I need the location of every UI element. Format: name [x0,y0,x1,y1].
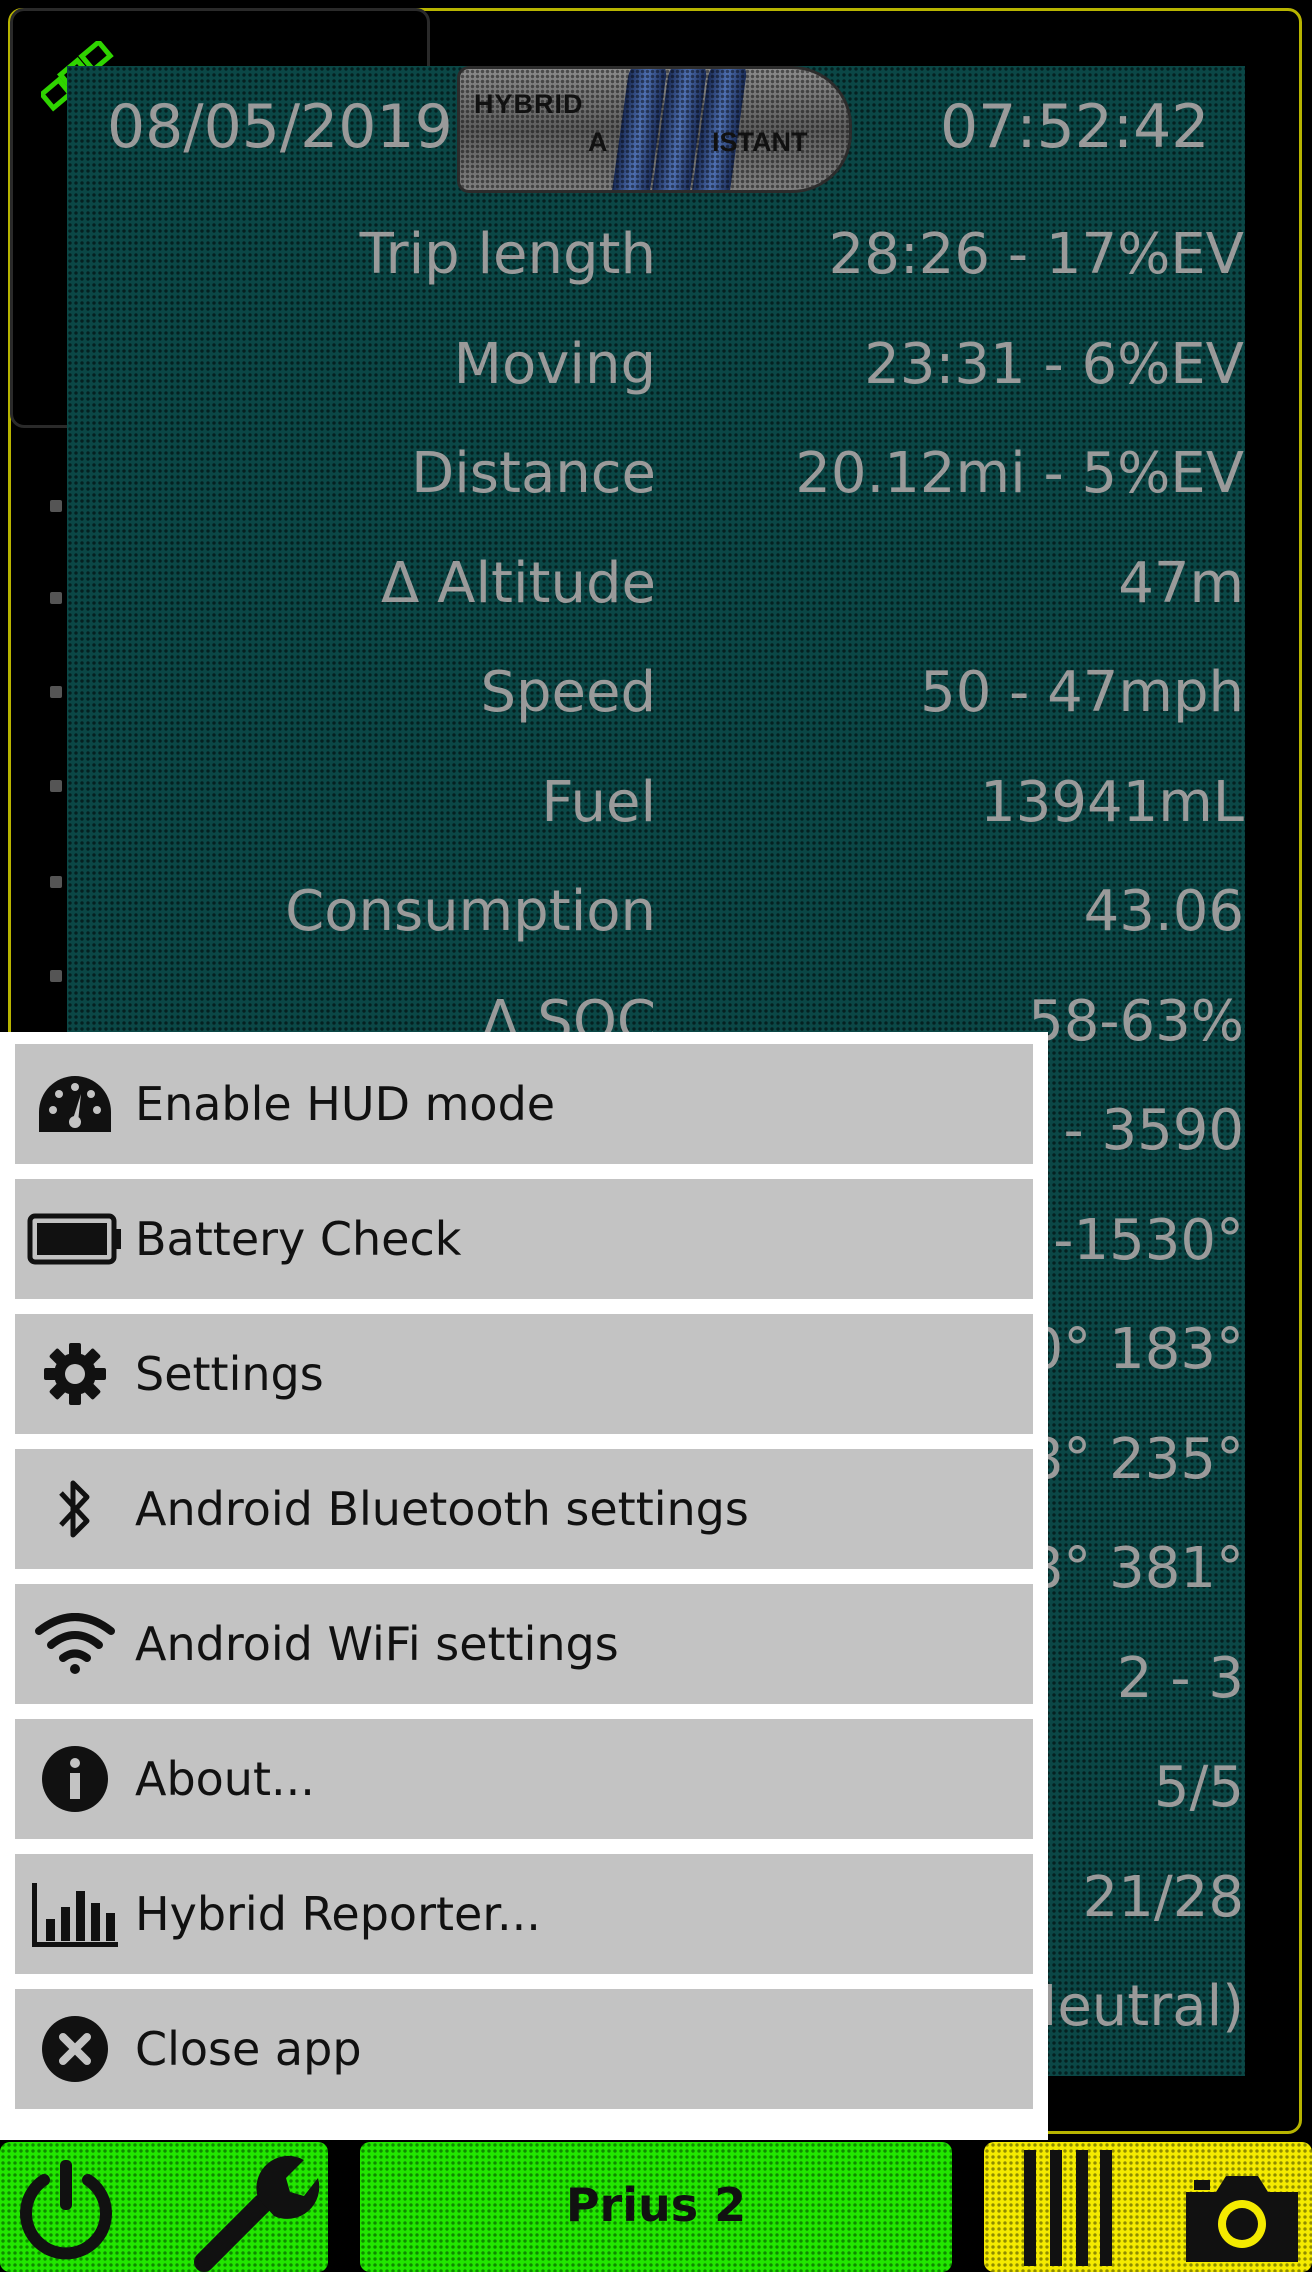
stat-value: ' -1530° [1020,1208,1244,1273]
stat-value: 13941mL [980,770,1244,835]
stat-label: Fuel [541,770,656,835]
menu-item-close-app[interactable]: Close app [15,1989,1033,2109]
stat-value: 50 - 47mph [920,660,1244,725]
logo-text-a: A [588,127,609,157]
camera-icon[interactable] [1180,2166,1304,2266]
menu-item-label: Close app [135,2022,362,2076]
power-icon[interactable] [10,2154,122,2266]
close-circle-icon [27,2007,123,2091]
wrench-icon[interactable] [190,2146,320,2272]
menu-item-label: Enable HUD mode [135,1077,556,1131]
stat-value: 5/5 [1153,1755,1244,1820]
menu-item-label: Android Bluetooth settings [135,1482,749,1536]
stat-label: Moving [453,332,656,397]
stat-value: 58-63% [1028,989,1244,1054]
battery-icon [27,1197,123,1281]
stat-value: 43.06 [1083,879,1244,944]
logo-text-istant: ISTANT [712,127,808,157]
wifi-icon [27,1602,123,1686]
stat-value: 21/28 [1082,1865,1244,1930]
menu-item-label: Battery Check [135,1212,462,1266]
stat-label: Δ Altitude [381,551,656,616]
menu-item-label: About... [135,1752,315,1806]
menu-item-label: Settings [135,1347,324,1401]
gear-icon [27,1332,123,1416]
menu-item-wifi[interactable]: Android WiFi settings [15,1584,1033,1704]
bottom-right-controls [984,2142,1312,2272]
menu-item-hybrid-reporter[interactable]: Hybrid Reporter... [15,1854,1033,1974]
stat-label: Consumption [285,879,656,944]
header-date: 08/05/2019 [107,92,453,162]
stat-value: Neutral) [1015,1974,1244,2039]
stat-value: 20.12mi - 5%EV [795,441,1244,506]
logo-text-hybrid: HYBRID [474,89,584,119]
header-time: 07:52:42 [940,92,1210,162]
menu-item-settings[interactable]: Settings [15,1314,1033,1434]
menu-item-bluetooth[interactable]: Android Bluetooth settings [15,1449,1033,1569]
speedometer-icon [27,1062,123,1146]
bluetooth-icon [27,1467,123,1551]
vehicle-name-button[interactable]: Prius 2 [360,2142,952,2272]
stat-label: Distance [411,441,656,506]
stat-value: 2 - 3 [1116,1646,1244,1711]
popup-menu: Enable HUD mode Battery Check Settings A… [0,1032,1048,2140]
stat-value: 28:26 - 17%EV [828,222,1244,287]
hybrid-assistant-logo: HYBRID A ISTANT [457,66,852,193]
barcode-icon[interactable] [1024,2150,1114,2266]
menu-item-label: Hybrid Reporter... [135,1887,541,1941]
bar-chart-icon [27,1872,123,1956]
stat-label: Speed [480,660,656,725]
menu-item-battery-check[interactable]: Battery Check [15,1179,1033,1299]
menu-item-label: Android WiFi settings [135,1617,619,1671]
stat-value: 47m [1118,551,1244,616]
menu-item-enable-hud[interactable]: Enable HUD mode [15,1044,1033,1164]
menu-item-about[interactable]: About... [15,1719,1033,1839]
stat-label: Trip length [359,222,656,287]
bottom-left-controls [0,2142,328,2272]
stat-value: 23:31 - 6%EV [864,332,1244,397]
stat-value: ) - 3590 [1023,1098,1244,1163]
info-icon [27,1737,123,1821]
